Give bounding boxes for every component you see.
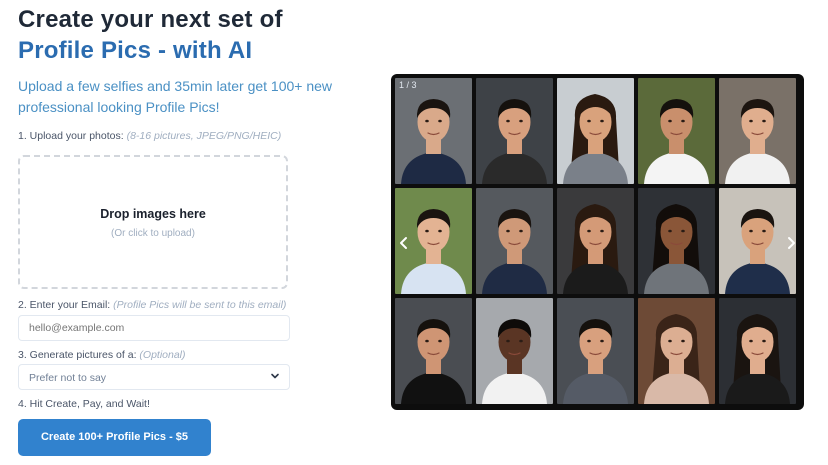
step-gender-hint: (Optional) (139, 349, 186, 361)
page-title-line-1: Create your next set of (18, 6, 283, 33)
step-upload-label: 1. Upload your photos: (8-16 pictures, J… (18, 130, 281, 142)
portrait-thumbnail (557, 188, 634, 294)
step-final-label: 4. Hit Create, Pay, and Wait! (18, 398, 150, 410)
portrait-thumbnail (395, 78, 472, 184)
step-gender-text: 3. Generate pictures of a: (18, 349, 137, 361)
portrait-thumbnail (638, 298, 715, 404)
chevron-down-icon (269, 370, 281, 382)
step-upload-hint: (8-16 pictures, JPEG/PNG/HEIC) (126, 130, 282, 142)
page-title-line-2: Profile Pics - with AI (18, 37, 253, 64)
portrait-thumbnail (476, 298, 553, 404)
chevron-right-icon (782, 237, 800, 258)
step-email-text: 2. Enter your Email: (18, 299, 111, 311)
dropzone-subtitle: (Or click to upload) (111, 228, 195, 239)
carousel-counter: 1 / 3 (399, 80, 417, 90)
create-profile-pics-button[interactable]: Create 100+ Profile Pics - $5 (18, 419, 211, 456)
portrait-thumbnail (638, 188, 715, 294)
portrait-thumbnail (395, 298, 472, 404)
step-upload-text: 1. Upload your photos: (18, 130, 124, 142)
portrait-thumbnail (557, 298, 634, 404)
portrait-thumbnail (476, 188, 553, 294)
sample-gallery-carousel: 1 / 3 (391, 74, 804, 410)
email-field[interactable] (18, 315, 290, 341)
dropzone-title: Drop images here (100, 207, 206, 221)
portrait-thumbnail (638, 78, 715, 184)
portrait-thumbnail (476, 78, 553, 184)
photo-dropzone[interactable]: Drop images here (Or click to upload) (18, 155, 288, 289)
page-subtitle: Upload a few selfies and 35min later get… (18, 78, 333, 115)
chevron-left-icon (395, 237, 413, 258)
portrait-thumbnail (719, 298, 796, 404)
gender-select[interactable]: Prefer not to say (18, 364, 290, 390)
gender-select-value: Prefer not to say (29, 372, 107, 384)
portrait-thumbnail (719, 78, 796, 184)
carousel-next-button[interactable] (782, 232, 800, 254)
portrait-thumbnail (557, 78, 634, 184)
step-email-label: 2. Enter your Email: (Profile Pics will … (18, 299, 286, 311)
portrait-grid (395, 78, 796, 404)
carousel-prev-button[interactable] (395, 232, 413, 254)
step-gender-label: 3. Generate pictures of a: (Optional) (18, 349, 186, 361)
step-email-hint: (Profile Pics will be sent to this email… (113, 299, 287, 311)
